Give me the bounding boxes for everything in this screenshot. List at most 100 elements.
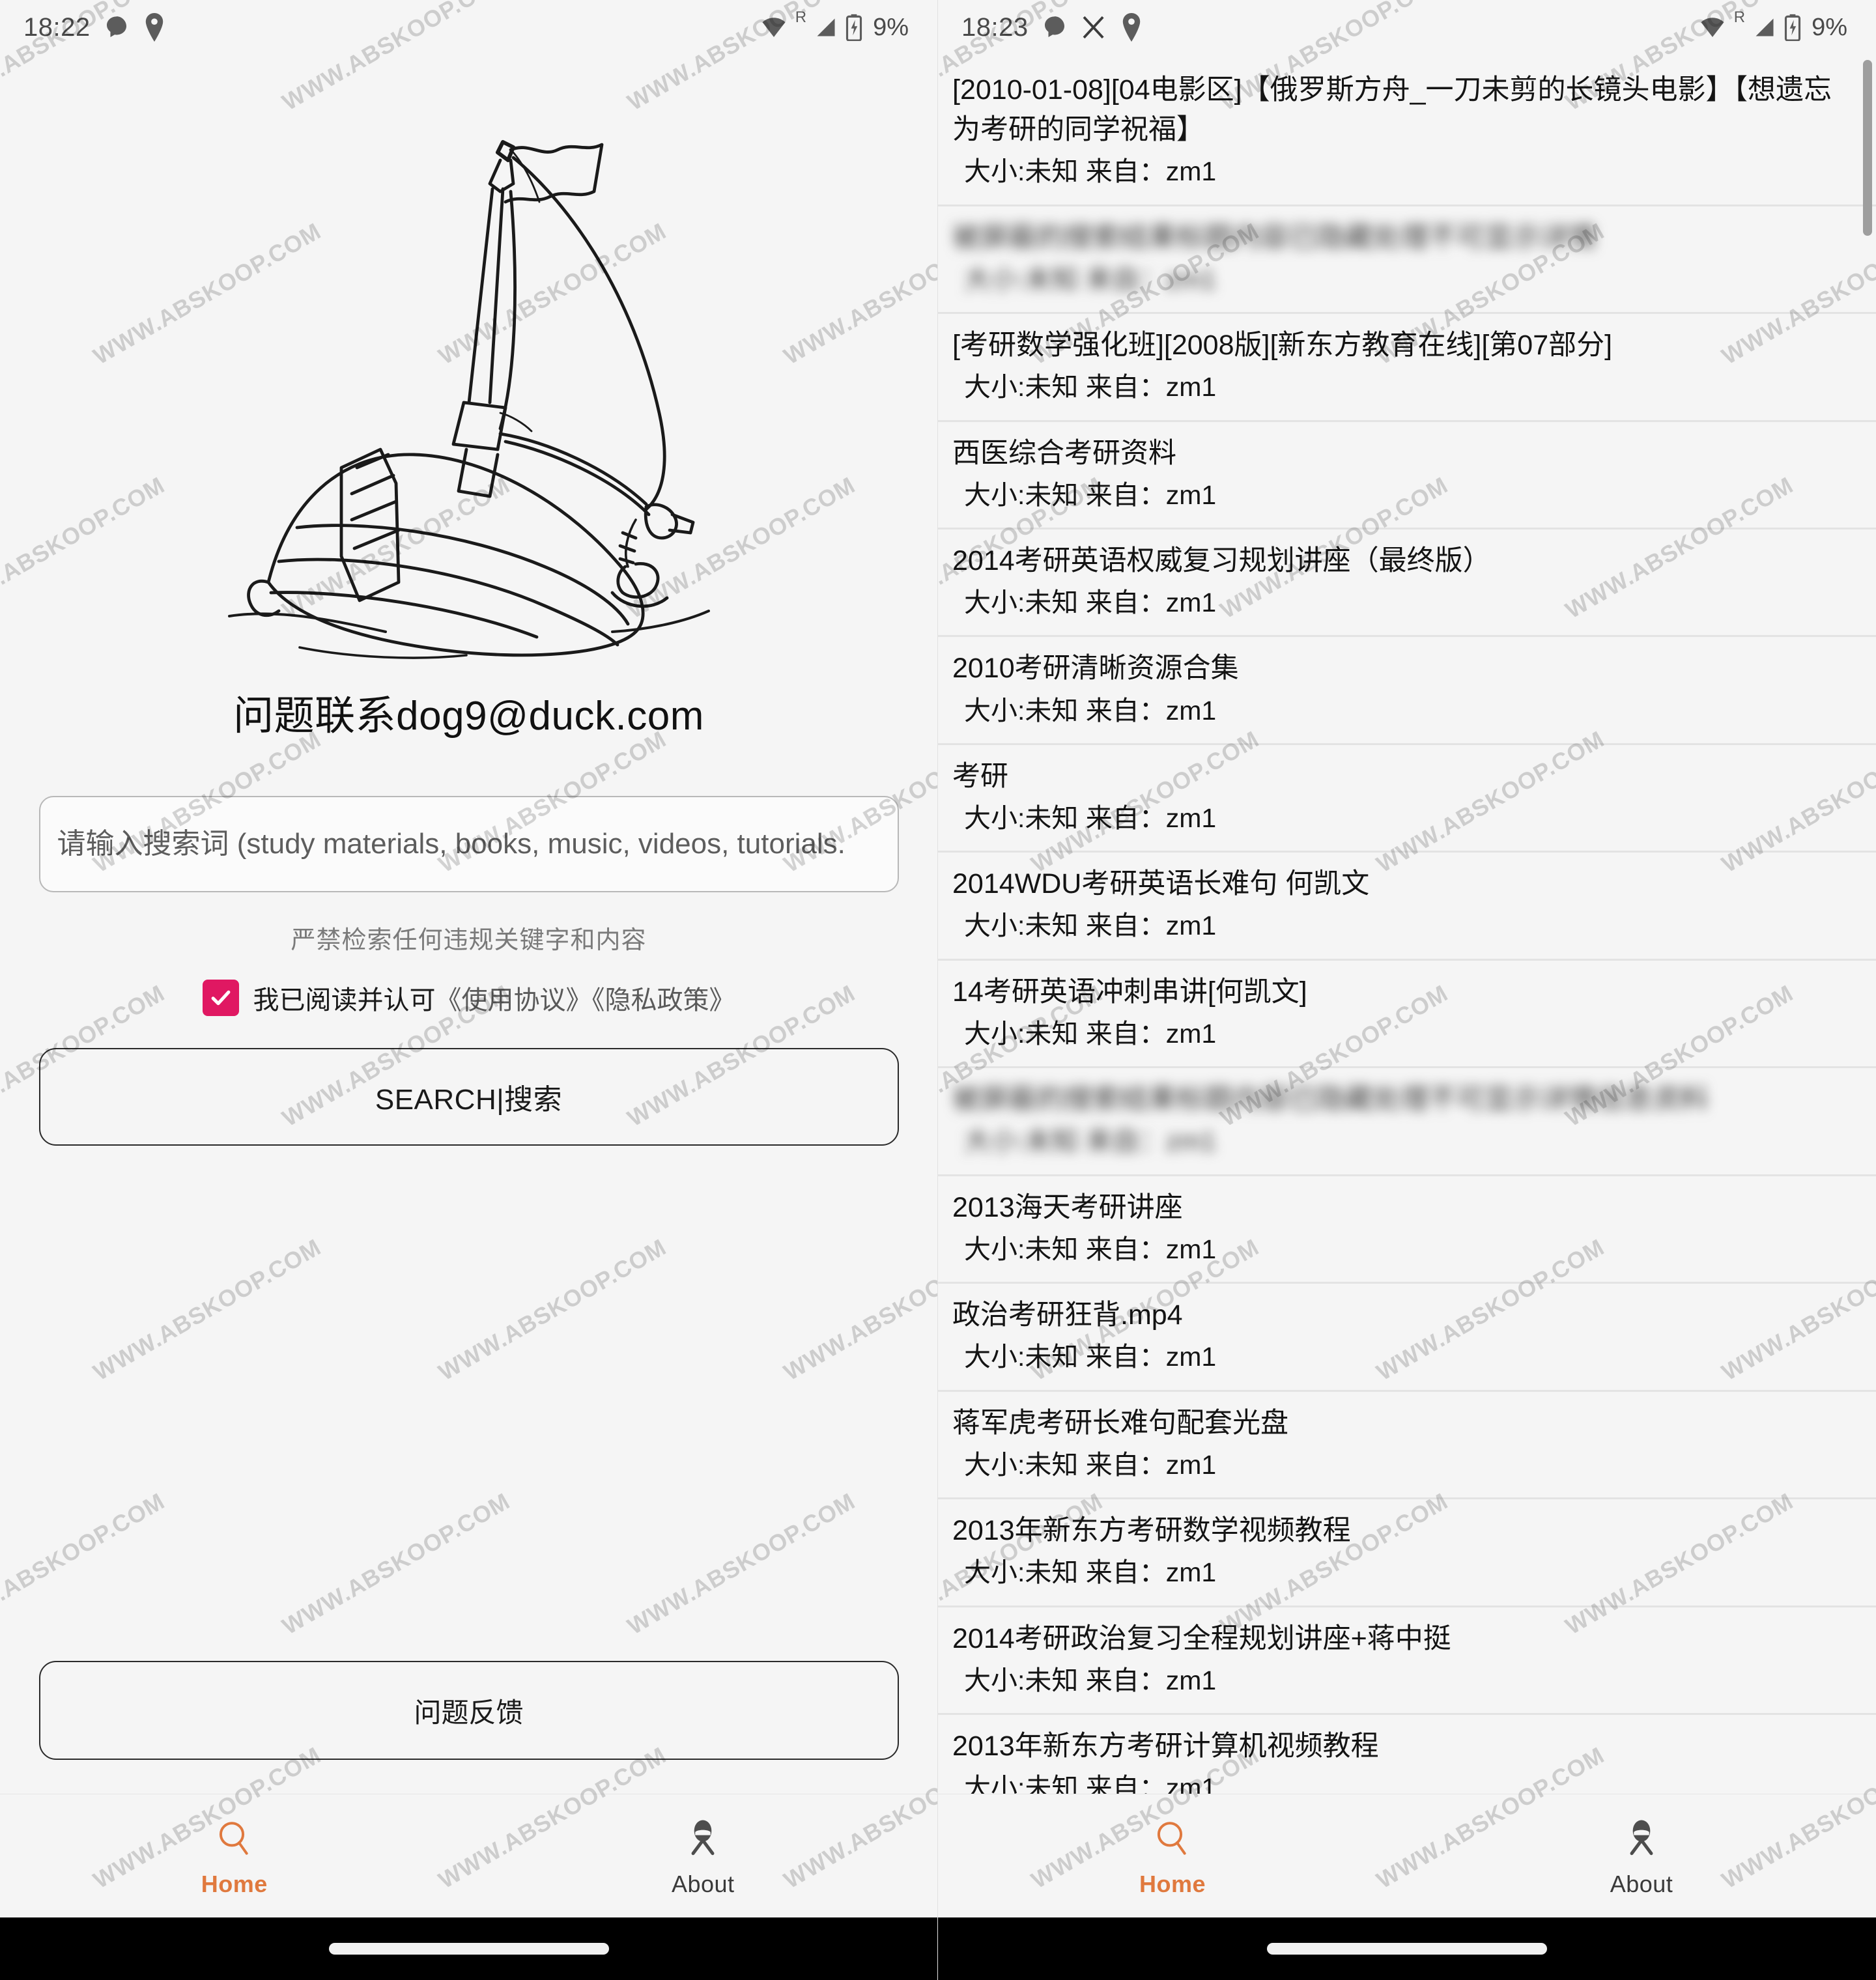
- result-meta: 大小:未知 来自：zm1: [964, 803, 1217, 833]
- result-meta: 大小:未知 来自：zm1: [964, 1449, 1217, 1480]
- result-item[interactable]: 2013海天考研讲座 大小:未知 来自：zm1: [938, 1176, 1876, 1284]
- search-icon: [1152, 1815, 1193, 1863]
- result-title: 2013年新东方考研计算机视频教程: [952, 1731, 1379, 1762]
- nav-item-home[interactable]: Home: [938, 1815, 1407, 1898]
- location-pin-icon: [143, 13, 166, 42]
- result-title: [2010-01-08][04电影区]【俄罗斯方舟_一刀未剪的长镜头电影】【想遗…: [952, 74, 1832, 146]
- nav-item-home[interactable]: Home: [0, 1815, 469, 1898]
- result-meta: 大小:未知 来自：zm1: [964, 911, 1217, 941]
- bottom-nav-right: Home About: [938, 1794, 1876, 1917]
- chat-bubble-icon: [1042, 14, 1068, 40]
- nav-label-about: About: [671, 1870, 735, 1897]
- bottom-nav-left: Home About: [0, 1794, 937, 1917]
- agreement-prefix: 我已阅读并认可: [253, 986, 436, 1015]
- status-bar-right: 18:23 R 9%: [938, 0, 1876, 55]
- result-meta: 大小:未知 来自：zm1: [964, 1342, 1217, 1372]
- result-meta: 大小:未知 来自：zm1: [964, 1557, 1217, 1588]
- result-item[interactable]: 2013年新东方考研计算机视频教程大小:未知 来自：zm1: [938, 1715, 1876, 1794]
- result-item[interactable]: 蒋军虎考研长难句配套光盘大小:未知 来自：zm1: [938, 1391, 1876, 1500]
- result-item[interactable]: [考研数学强化班][2008版][新东方教育在线][第07部分] 大小:未知 来自…: [938, 314, 1876, 422]
- location-pin-icon: [1120, 13, 1143, 42]
- status-time: 18:23: [961, 12, 1029, 42]
- agreement-checkbox[interactable]: [202, 980, 239, 1016]
- status-bar-right-group: R 9%: [760, 9, 909, 42]
- nav-label-about: About: [1610, 1870, 1673, 1897]
- person-info-icon: [682, 1815, 724, 1863]
- status-time: 18:22: [23, 12, 91, 42]
- person-info-icon: [1621, 1815, 1662, 1863]
- result-title: 西医综合考研资料: [952, 437, 1176, 469]
- result-meta: 大小:未知 来自：zm1: [964, 1773, 1217, 1794]
- result-item[interactable]: 被屏蔽的搜索结果标题内容已隐藏处理不可显示详情信息资料 大小:未知 来自：zm1: [938, 1068, 1876, 1176]
- right-phone-screen: 18:23 R 9% [2010-01-08][04电影区]【俄罗斯方舟_一刀未…: [938, 0, 1876, 1980]
- result-title: 2014考研政治复习全程规划讲座+蒋中挺: [952, 1622, 1451, 1654]
- terms-link[interactable]: 《使用协议》: [436, 986, 592, 1015]
- privacy-link[interactable]: 《隐私政策》: [592, 986, 735, 1015]
- result-title: 被屏蔽的搜索结果标题内容已隐藏处理不可显示详情: [952, 221, 1597, 253]
- battery-charging-icon: [846, 14, 862, 42]
- sailboat-illustration: [104, 113, 834, 686]
- battery-percent-label: 9%: [873, 13, 909, 41]
- warning-text: 严禁检索任何违规关键字和内容: [291, 927, 647, 954]
- search-icon: [214, 1815, 255, 1863]
- nav-label-home: Home: [201, 1870, 268, 1897]
- result-meta: 大小:未知 来自：zm1: [964, 587, 1217, 618]
- result-item[interactable]: 2010考研清晰资源合集 大小:未知 来自：zm1: [938, 637, 1876, 745]
- battery-percent-label: 9%: [1812, 13, 1847, 41]
- search-button[interactable]: SEARCH|搜索: [38, 1048, 899, 1146]
- result-item[interactable]: 2014考研政治复习全程规划讲座+蒋中挺 大小:未知 来自：zm1: [938, 1607, 1876, 1716]
- feedback-button[interactable]: 问题反馈: [38, 1661, 899, 1760]
- battery-charging-icon: [1784, 14, 1801, 42]
- left-phone-screen: 18:22 R 9% 问题联系dog9@duck.com 请输入搜索词 (stu…: [0, 0, 938, 1980]
- gesture-bar-right: [938, 1917, 1876, 1980]
- result-item[interactable]: 考研大小:未知 来自：zm1: [938, 744, 1876, 853]
- result-item[interactable]: [2010-01-08][04电影区]【俄罗斯方舟_一刀未剪的长镜头电影】【想遗…: [938, 59, 1876, 206]
- left-main-content: 问题联系dog9@duck.com 严禁检索任何违规关键字和内容 我已阅读并认可…: [0, 55, 937, 1794]
- agreement-row[interactable]: 我已阅读并认可《使用协议》《隐私政策》: [202, 979, 735, 1017]
- nav-label-home: Home: [1139, 1870, 1206, 1897]
- search-input[interactable]: [57, 828, 881, 860]
- result-title: 2013年新东方考研数学视频教程: [952, 1515, 1351, 1547]
- result-meta: 大小:未知 来自：zm1: [964, 479, 1217, 510]
- search-results-list[interactable]: [2010-01-08][04电影区]【俄罗斯方舟_一刀未剪的长镜头电影】【想遗…: [938, 55, 1876, 1794]
- checkmark-icon: [211, 990, 230, 1006]
- result-title: 2014WDU考研英语长难句 何凯文: [952, 868, 1370, 900]
- home-indicator-pill[interactable]: [328, 1943, 609, 1955]
- gesture-bar-left: [0, 1917, 937, 1980]
- result-title: 14考研英语冲刺串讲[何凯文]: [952, 976, 1307, 1008]
- result-title: 考研: [952, 760, 1008, 792]
- chat-bubble-icon: [104, 14, 130, 40]
- scrollbar-thumb[interactable]: [1863, 60, 1872, 236]
- status-bar-left-group: 18:23: [961, 13, 1143, 42]
- result-item[interactable]: 政治考研狂背.mp4 大小:未知 来自：zm1: [938, 1284, 1876, 1392]
- result-title: 2013海天考研讲座: [952, 1191, 1183, 1223]
- result-item[interactable]: 2014考研英语权威复习规划讲座（最终版） 大小:未知 来自：zm1: [938, 529, 1876, 638]
- search-field-wrapper: [38, 796, 899, 892]
- result-item[interactable]: 西医综合考研资料大小:未知 来自：zm1: [938, 421, 1876, 530]
- result-title: [考研数学强化班][2008版][新东方教育在线][第07部分]: [952, 330, 1613, 361]
- result-meta: 大小:未知 来自：zm1: [964, 1126, 1217, 1157]
- dual-screenshot-container: 18:22 R 9% 问题联系dog9@duck.com 请输入搜索词 (stu…: [0, 0, 1876, 1980]
- agreement-text: 我已阅读并认可《使用协议》《隐私政策》: [253, 979, 735, 1017]
- result-title: 蒋军虎考研长难句配套光盘: [952, 1407, 1288, 1439]
- result-meta: 大小:未知 来自：zm1: [964, 264, 1217, 294]
- wifi-icon: [760, 14, 788, 41]
- status-bar-left: 18:22 R 9%: [0, 0, 937, 55]
- result-item[interactable]: 2014WDU考研英语长难句 何凯文大小:未知 来自：zm1: [938, 853, 1876, 961]
- result-meta: 大小:未知 来自：zm1: [964, 156, 1217, 187]
- result-meta: 大小:未知 来自：zm1: [964, 372, 1217, 403]
- signal-icon: [1753, 16, 1776, 39]
- result-item[interactable]: 被屏蔽的搜索结果标题内容已隐藏处理不可显示详情大小:未知 来自：zm1: [938, 206, 1876, 315]
- status-bar-right-group: R 9%: [1699, 9, 1847, 42]
- result-meta: 大小:未知 来自：zm1: [964, 1018, 1217, 1049]
- x-logo-icon: [1081, 14, 1107, 40]
- result-title: 政治考研狂背.mp4: [952, 1299, 1183, 1331]
- result-title: 2010考研清晰资源合集: [952, 653, 1239, 685]
- home-indicator-pill[interactable]: [1267, 1943, 1547, 1955]
- search-input-box[interactable]: [38, 796, 899, 892]
- wifi-icon: [1699, 14, 1726, 41]
- result-item[interactable]: 14考研英语冲刺串讲[何凯文] 大小:未知 来自：zm1: [938, 960, 1876, 1069]
- nav-item-about[interactable]: About: [469, 1815, 938, 1898]
- nav-item-about[interactable]: About: [1407, 1815, 1876, 1898]
- result-item[interactable]: 2013年新东方考研数学视频教程大小:未知 来自：zm1: [938, 1499, 1876, 1607]
